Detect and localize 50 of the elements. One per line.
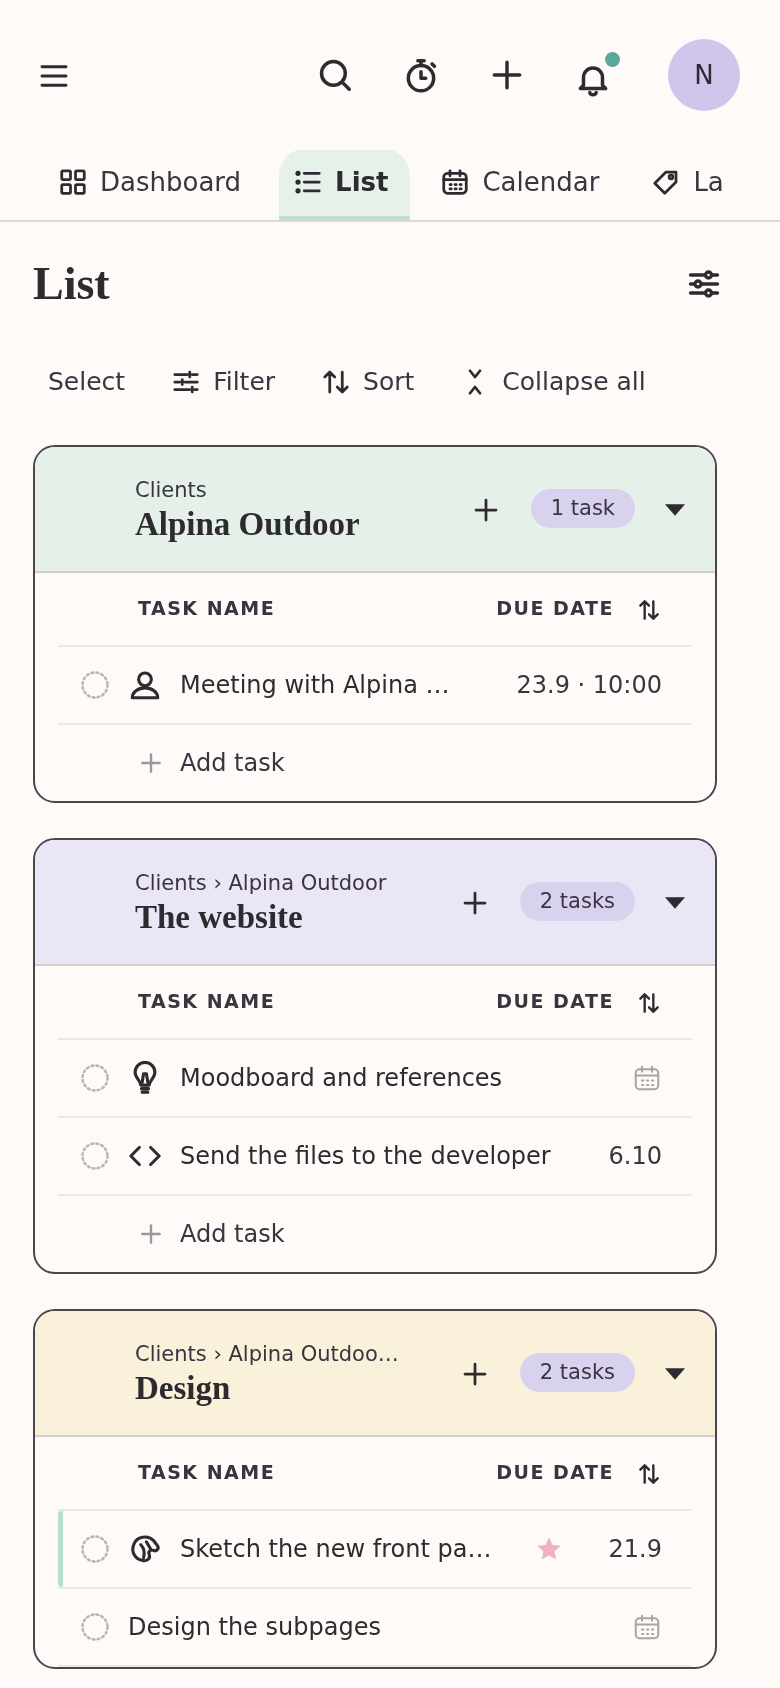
task-checkbox[interactable]: [80, 1140, 110, 1171]
toolbar-button[interactable]: Select: [34, 363, 140, 401]
task-count: 2 tasks: [519, 1352, 635, 1393]
task-name: Moodboard and references: [180, 1062, 503, 1094]
breadcrumb: Clients › Alpina Outdoo…: [135, 1340, 399, 1368]
task-checkbox[interactable]: [80, 669, 110, 700]
caret-icon: [665, 896, 685, 909]
caret-icon: [665, 503, 685, 516]
task-checkbox[interactable]: [80, 1062, 110, 1093]
task-name: Sketch the new front pa…: [180, 1533, 492, 1565]
tab[interactable]: La: [637, 150, 746, 220]
group-title: The website: [135, 899, 304, 936]
due-date: 21.9: [608, 1533, 662, 1565]
task-row[interactable]: Meeting with Alpina … 23.9 · 10:00: [58, 646, 692, 725]
due-date: 23.9 · 10:00: [516, 669, 662, 701]
breadcrumb: Clients: [135, 476, 208, 504]
column-header: TASK NAME: [138, 989, 276, 1015]
grid-icon: [58, 167, 88, 197]
page-title: List: [33, 257, 110, 311]
add-task-button[interactable]: Add task: [138, 724, 285, 801]
column-header: TASK NAME: [138, 1460, 276, 1486]
caret-icon: [665, 1367, 685, 1380]
column-header: DUE DATE: [496, 1460, 614, 1486]
tab[interactable]: Calendar: [426, 150, 622, 220]
task-name: Send the files to the developer: [180, 1140, 551, 1172]
group-title: Alpina Outdoor: [135, 506, 360, 543]
group-title: Design: [135, 1370, 232, 1407]
task-row[interactable]: Moodboard and references: [58, 1039, 692, 1118]
column-header: DUE DATE: [496, 596, 614, 622]
toolbar-button[interactable]: Sort: [307, 363, 429, 401]
calendar-icon: [440, 167, 471, 197]
task-checkbox[interactable]: [80, 1533, 110, 1564]
task-row[interactable]: Design the subpages: [58, 1588, 692, 1667]
avatar[interactable]: N: [668, 39, 740, 111]
column-header: TASK NAME: [138, 596, 276, 622]
tab[interactable]: List: [279, 150, 411, 220]
column-header: DUE DATE: [496, 989, 614, 1015]
breadcrumb: Clients › Alpina Outdoor: [135, 869, 387, 897]
add-task-button[interactable]: Add task: [138, 1195, 285, 1272]
task-row[interactable]: Sketch the new front pa… 21.9: [58, 1510, 692, 1589]
toolbar-button[interactable]: Filter: [157, 363, 290, 401]
task-count: 2 tasks: [519, 881, 635, 922]
task-count: 1 task: [530, 488, 635, 529]
task-checkbox[interactable]: [80, 1611, 110, 1642]
task-row[interactable]: Send the files to the developer 6.10: [58, 1117, 692, 1196]
tab[interactable]: Dashboard: [44, 150, 264, 220]
due-date: 6.10: [608, 1140, 662, 1172]
toolbar-button[interactable]: Collapse all: [446, 363, 660, 401]
task-name: Design the subpages: [128, 1611, 381, 1643]
task-name: Meeting with Alpina …: [180, 669, 450, 701]
